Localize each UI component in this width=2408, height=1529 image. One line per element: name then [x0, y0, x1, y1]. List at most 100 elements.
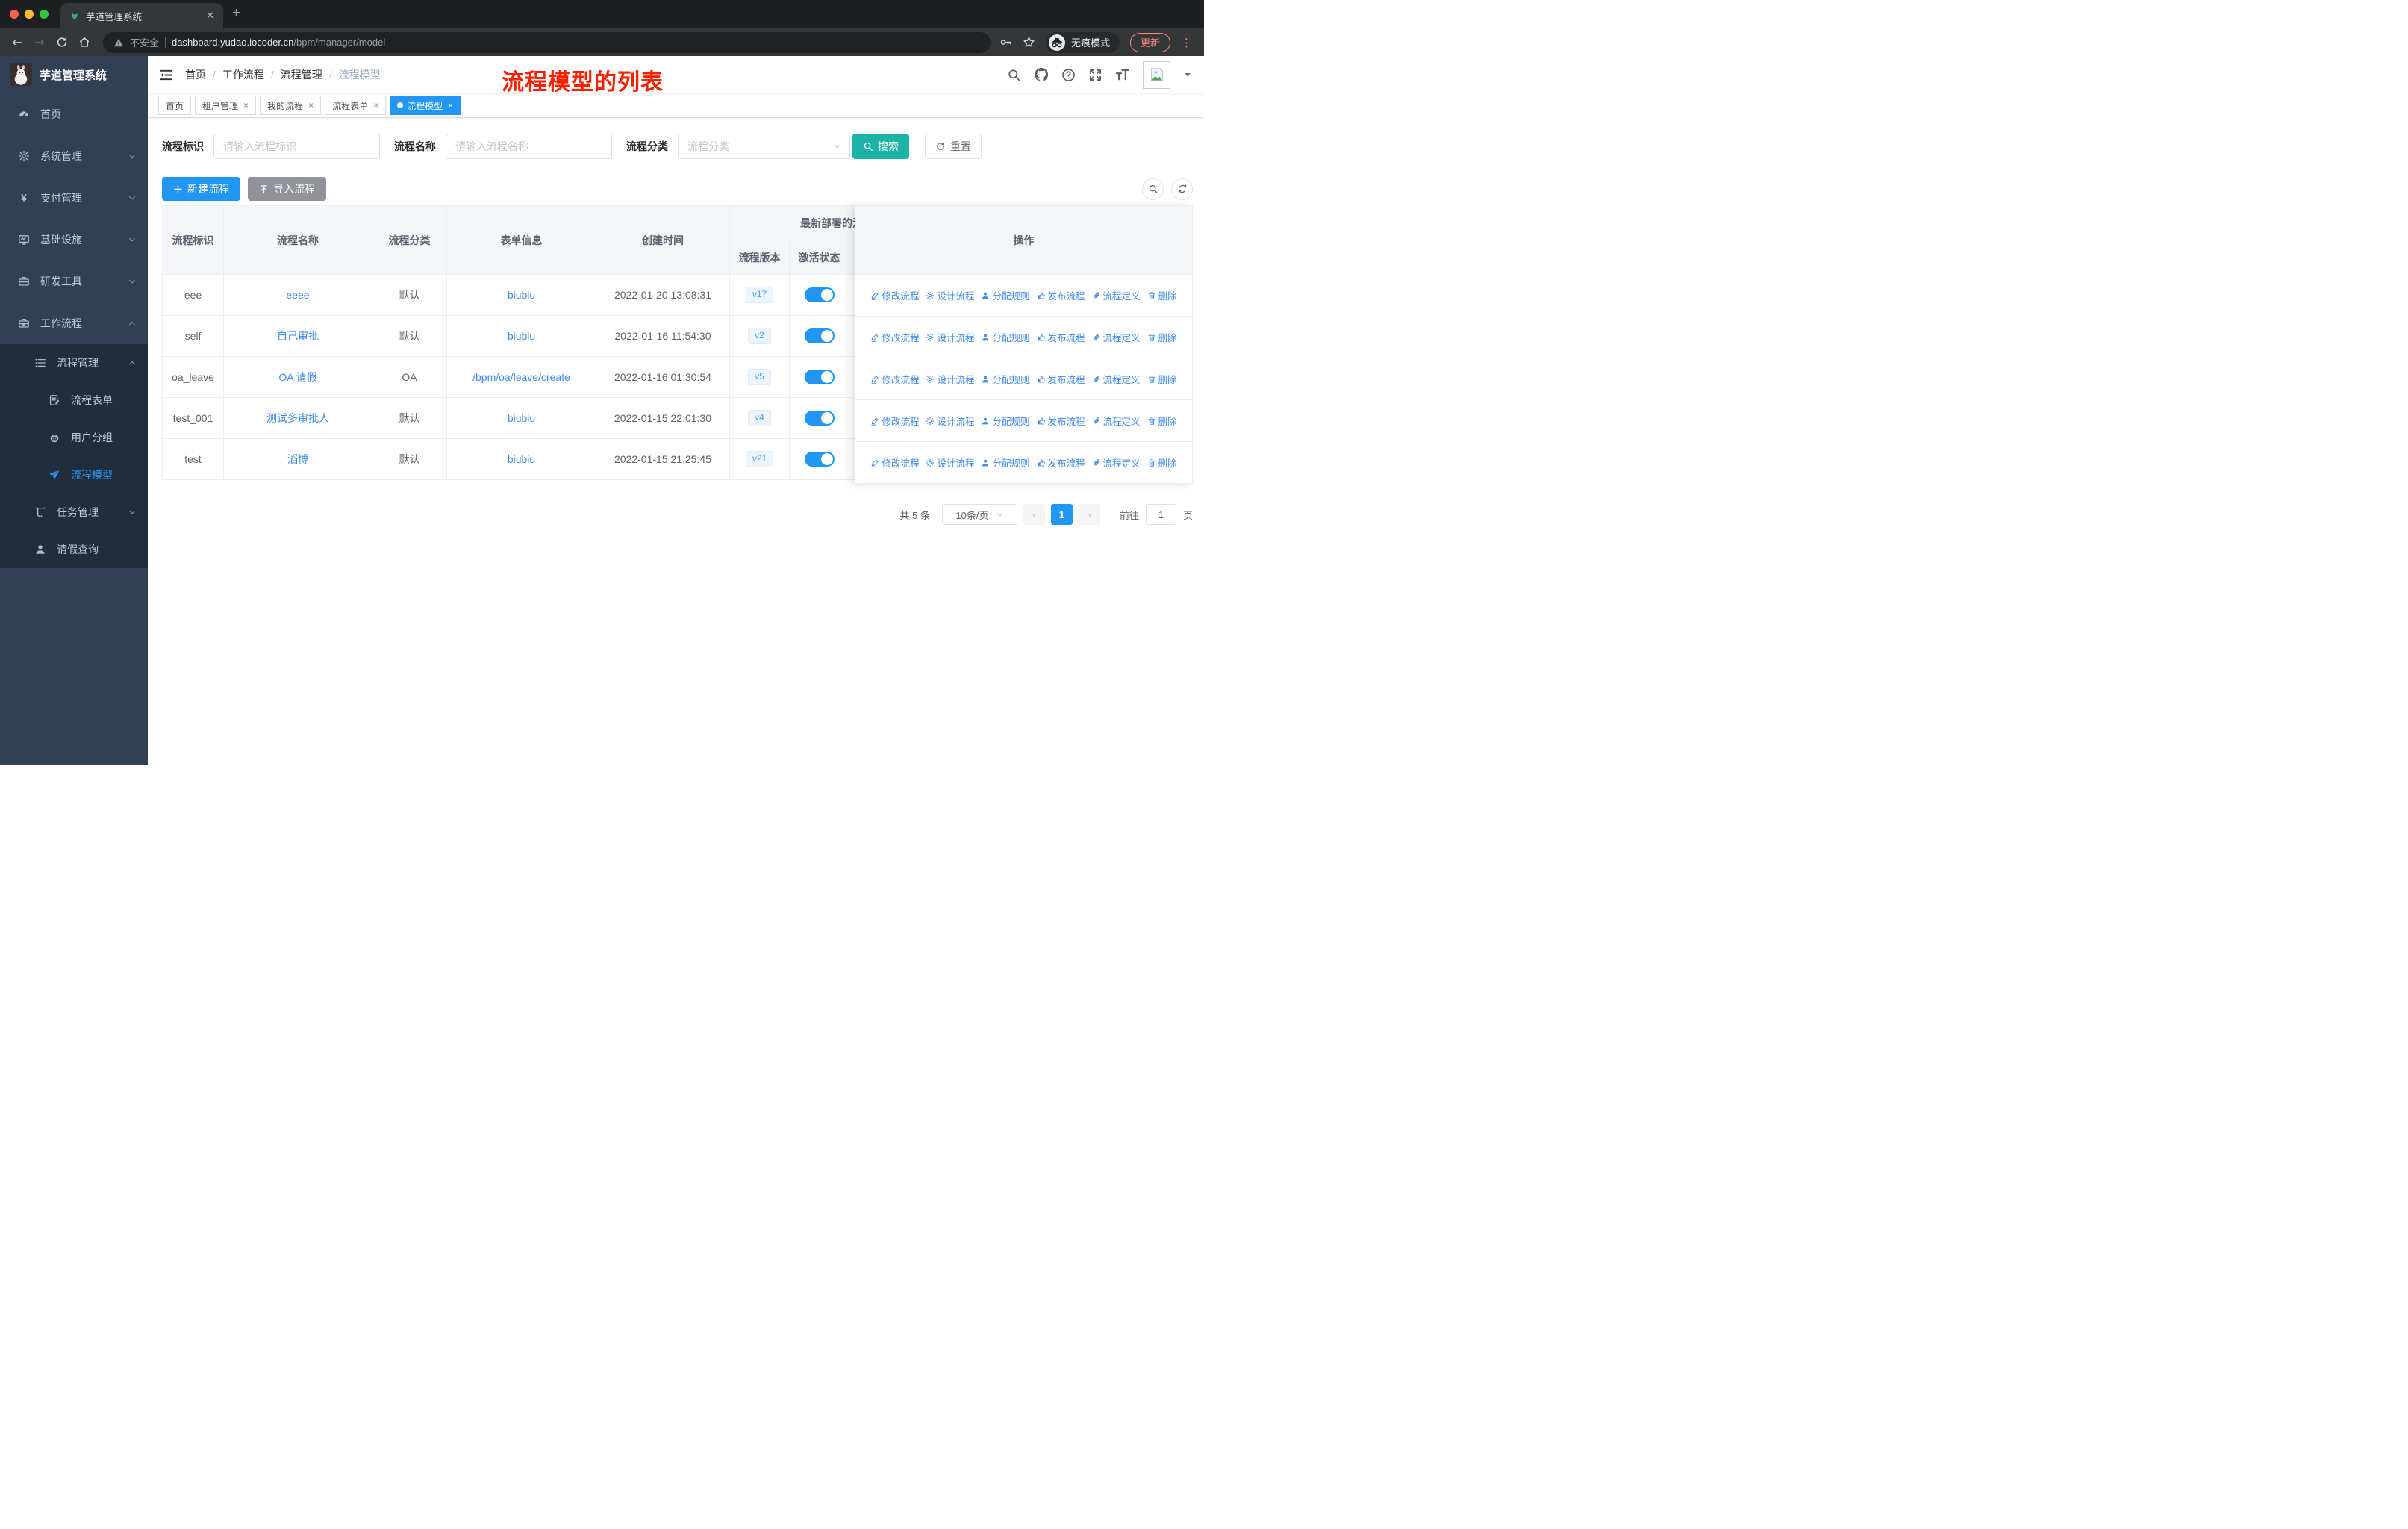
search-button[interactable]: 搜索 — [852, 134, 909, 159]
sidebar-item-0[interactable]: 首页 — [0, 93, 148, 135]
view-tag-1[interactable]: 租户管理 × — [195, 96, 257, 115]
browser-tab[interactable]: 芋道管理系统 ✕ — [60, 3, 223, 28]
process-name-link[interactable]: eeee — [286, 289, 309, 301]
page-size-select[interactable]: 10条/页 — [941, 504, 1017, 525]
action-gear-link[interactable]: 设计流程 — [926, 288, 974, 302]
search-icon[interactable] — [1007, 68, 1021, 82]
version-badge[interactable]: v21 — [745, 451, 774, 467]
fullscreen-icon[interactable] — [1088, 68, 1102, 82]
form-link[interactable]: biubiu — [508, 330, 535, 342]
font-size-icon[interactable] — [1115, 67, 1130, 82]
forward-icon[interactable]: → — [30, 35, 49, 49]
process-id-input[interactable] — [213, 134, 380, 159]
security-label[interactable]: 不安全 — [130, 35, 159, 49]
breadcrumb-home[interactable]: 首页 — [185, 67, 206, 82]
help-icon[interactable] — [1061, 68, 1076, 82]
sidebar-item-4[interactable]: 研发工具 — [0, 261, 148, 302]
view-tag-0[interactable]: 首页 — [158, 96, 192, 115]
sidebar-item-10[interactable]: 任务管理 — [0, 493, 148, 531]
goto-page-input[interactable] — [1145, 504, 1176, 525]
action-hand-link[interactable]: 发布流程 — [1037, 455, 1085, 470]
view-tag-4[interactable]: 流程模型 × — [390, 96, 461, 115]
action-paperclip-link[interactable]: 流程定义 — [1092, 372, 1141, 386]
action-hand-link[interactable]: 发布流程 — [1037, 288, 1085, 302]
avatar[interactable] — [1143, 60, 1170, 89]
action-user-link[interactable]: 分配规则 — [981, 330, 1030, 344]
action-hand-link[interactable]: 发布流程 — [1037, 372, 1085, 386]
active-toggle[interactable] — [804, 328, 835, 343]
new-tab-button[interactable]: + — [232, 5, 240, 23]
import-process-button[interactable]: 导入流程 — [248, 177, 326, 201]
sidebar-item-3[interactable]: 基础设施 — [0, 219, 148, 261]
active-toggle[interactable] — [804, 370, 835, 384]
github-icon[interactable] — [1034, 67, 1049, 82]
minimize-window-button[interactable] — [25, 10, 34, 19]
active-toggle[interactable] — [804, 452, 835, 467]
process-name-input[interactable] — [446, 134, 612, 159]
category-select[interactable]: 流程分类 — [678, 134, 850, 159]
version-badge[interactable]: v17 — [745, 287, 774, 303]
create-process-button[interactable]: 新建流程 — [162, 177, 240, 201]
reload-icon[interactable] — [52, 36, 72, 49]
tag-close-icon[interactable]: × — [243, 100, 249, 110]
active-toggle[interactable] — [804, 411, 835, 426]
refresh-table-button[interactable] — [1171, 178, 1193, 200]
action-user-link[interactable]: 分配规则 — [981, 372, 1030, 386]
action-pencil-link[interactable]: 修改流程 — [870, 372, 919, 386]
sidebar-item-7[interactable]: 流程表单 — [0, 382, 148, 419]
action-pencil-link[interactable]: 修改流程 — [870, 455, 919, 470]
sidebar-item-6[interactable]: 流程管理 — [0, 344, 148, 382]
action-user-link[interactable]: 分配规则 — [981, 288, 1030, 302]
next-page-button[interactable]: › — [1078, 504, 1100, 525]
tag-close-icon[interactable]: × — [308, 100, 314, 110]
breadcrumb-workflow[interactable]: 工作流程 — [222, 67, 264, 82]
sidebar-item-11[interactable]: 请假查询 — [0, 531, 148, 568]
tab-close-icon[interactable]: ✕ — [206, 10, 214, 22]
process-name-link[interactable]: 滔博 — [287, 453, 308, 465]
action-gear-link[interactable]: 设计流程 — [926, 414, 974, 428]
action-trash-link[interactable]: 删除 — [1147, 330, 1177, 344]
sidebar-item-8[interactable]: 用户分组 — [0, 419, 148, 456]
action-user-link[interactable]: 分配规则 — [981, 414, 1030, 428]
sidebar-fold-icon[interactable] — [159, 68, 173, 82]
process-name-link[interactable]: 测试多审批人 — [266, 412, 329, 424]
action-trash-link[interactable]: 删除 — [1147, 455, 1177, 470]
sidebar-item-1[interactable]: 系统管理 — [0, 135, 148, 177]
form-link[interactable]: biubiu — [508, 289, 535, 301]
action-paperclip-link[interactable]: 流程定义 — [1092, 414, 1141, 428]
action-gear-link[interactable]: 设计流程 — [926, 372, 974, 386]
version-badge[interactable]: v5 — [748, 369, 771, 385]
action-hand-link[interactable]: 发布流程 — [1037, 414, 1085, 428]
chevron-down-icon[interactable] — [1183, 70, 1192, 79]
action-gear-link[interactable]: 设计流程 — [926, 330, 974, 344]
prev-page-button[interactable]: ‹ — [1023, 504, 1045, 525]
key-icon[interactable] — [999, 36, 1012, 49]
action-hand-link[interactable]: 发布流程 — [1037, 330, 1085, 344]
action-paperclip-link[interactable]: 流程定义 — [1092, 288, 1141, 302]
form-link[interactable]: /bpm/oa/leave/create — [472, 371, 570, 383]
version-badge[interactable]: v4 — [748, 410, 771, 426]
process-name-link[interactable]: OA 请假 — [278, 371, 316, 383]
action-pencil-link[interactable]: 修改流程 — [870, 330, 919, 344]
process-name-link[interactable]: 自己审批 — [277, 330, 319, 342]
bookmark-star-icon[interactable] — [1023, 36, 1035, 49]
breadcrumb-process-mgmt[interactable]: 流程管理 — [281, 67, 322, 82]
action-paperclip-link[interactable]: 流程定义 — [1092, 455, 1141, 470]
action-trash-link[interactable]: 删除 — [1147, 414, 1177, 428]
action-pencil-link[interactable]: 修改流程 — [870, 288, 919, 302]
form-link[interactable]: biubiu — [508, 412, 535, 424]
update-button[interactable]: 更新 — [1129, 32, 1170, 52]
view-tag-3[interactable]: 流程表单 × — [325, 96, 387, 115]
action-user-link[interactable]: 分配规则 — [981, 455, 1030, 470]
sidebar-item-5[interactable]: 工作流程 — [0, 302, 148, 344]
tag-close-icon[interactable]: × — [448, 100, 453, 110]
active-toggle[interactable] — [804, 287, 835, 302]
action-pencil-link[interactable]: 修改流程 — [870, 414, 919, 428]
action-gear-link[interactable]: 设计流程 — [926, 455, 974, 470]
sidebar-item-9[interactable]: 流程模型 — [0, 456, 148, 493]
action-paperclip-link[interactable]: 流程定义 — [1092, 330, 1141, 344]
address-bar[interactable]: 不安全 dashboard.yudao.iocoder.cn/bpm/manag… — [103, 31, 991, 53]
back-icon[interactable]: ← — [7, 35, 27, 49]
version-badge[interactable]: v2 — [748, 328, 771, 344]
home-icon[interactable] — [75, 36, 94, 49]
